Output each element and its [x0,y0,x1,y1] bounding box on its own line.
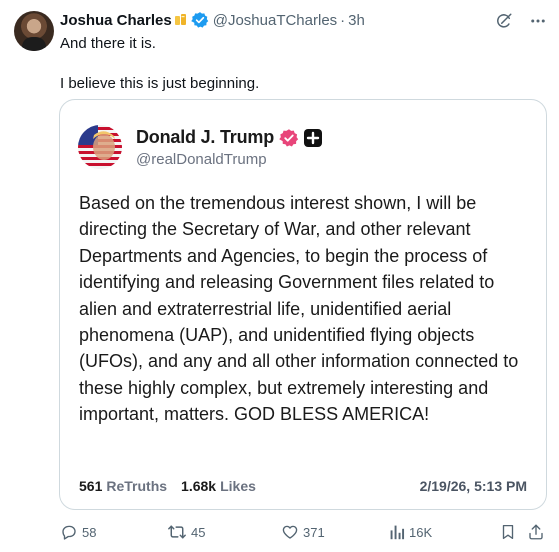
embedded-name-row: Donald J. Trump [136,127,323,148]
bookmark-button[interactable] [499,521,517,543]
avatar[interactable] [14,11,54,51]
action-bar: 58 45 371 16K [60,521,544,543]
like-icon [281,523,299,541]
share-icon [527,523,545,541]
tweet-text-line: I believe this is just beginning. [60,75,260,92]
author-display-name[interactable]: Joshua Charles [60,12,172,29]
tweet-text-line: And there it is. [60,35,156,52]
author-handle[interactable]: @JoshuaTCharles [213,12,337,29]
repost-count: 45 [191,524,206,540]
embedded-body: Based on the tremendous interest shown, … [79,193,519,425]
views-icon [389,523,405,541]
repost-icon [167,523,187,541]
tweet[interactable]: Joshua Charles @JoshuaTCharles · 3h And … [0,0,559,552]
retruths-label: ReTruths [106,478,168,494]
tweet-header: Joshua Charles @JoshuaTCharles · 3h [60,10,365,30]
like-count: 371 [303,524,325,540]
plus-badge-icon [303,128,323,148]
likes-count: 1.68k [181,478,217,494]
tweet-text: And there it is. I believe this is just … [60,34,540,94]
verified-icon [279,128,299,148]
views-count: 16K [409,524,433,540]
separator-dot: · [340,11,346,29]
reply-button[interactable]: 58 [60,521,96,543]
embedded-footer: 561 ReTruths 1.68k Likes 2/19/26, 5:13 P… [79,478,527,494]
share-button[interactable] [527,521,545,543]
retruths-count: 561 [79,478,103,494]
reply-count: 58 [82,524,97,540]
bookmark-icon [499,523,517,541]
embedded-handle: @realDonaldTrump [136,151,267,168]
media-image[interactable]: Donald J. Trump @realDonaldTrump Based o… [59,99,547,510]
gold-badge-icon [174,13,188,27]
views-button[interactable]: 16K [389,521,432,543]
verified-icon [190,11,209,29]
more-icon[interactable] [529,12,547,30]
likes-label: Likes [220,478,256,494]
embedded-date: 2/19/26, 5:13 PM [419,478,527,494]
repost-button[interactable]: 45 [167,521,205,543]
grok-icon[interactable] [495,12,513,30]
embedded-display-name: Donald J. Trump [136,127,275,147]
reply-icon [60,523,78,541]
tweet-top-icons [495,12,547,30]
embedded-avatar [78,125,122,169]
timestamp[interactable]: 3h [348,12,365,29]
like-button[interactable]: 371 [281,521,325,543]
